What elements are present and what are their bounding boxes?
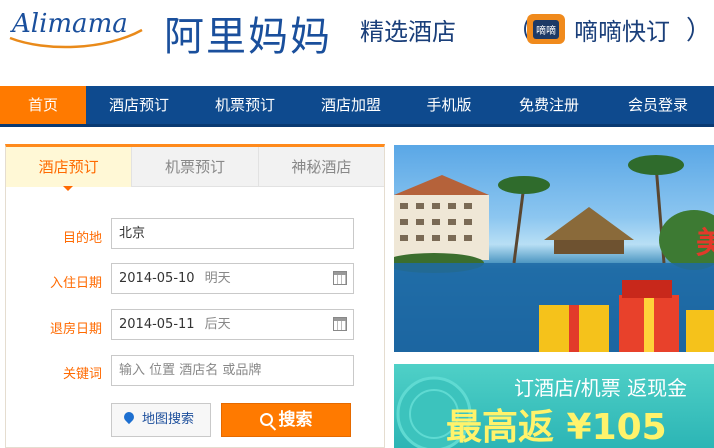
nav-home[interactable]: 首页: [0, 86, 86, 124]
checkout-value: 2014-05-11: [119, 317, 195, 332]
search-label: 搜索: [278, 410, 313, 430]
keyword-input[interactable]: 输入 位置 酒店名 或品牌: [111, 355, 354, 386]
didi-icon-label: 嘀嘀: [533, 19, 559, 39]
checkout-date-input[interactable]: 2014-05-11 后天: [111, 309, 354, 340]
nav-hotel-booking[interactable]: 酒店预订: [86, 86, 192, 124]
cashback-promo-banner[interactable]: 订酒店/机票 返现金 最高返 ¥105: [394, 364, 714, 448]
nav-register[interactable]: 免费注册: [494, 86, 604, 124]
checkin-date-input[interactable]: 2014-05-10 明天: [111, 263, 354, 294]
logo-text: Alimama: [10, 9, 128, 39]
checkin-hint: 明天: [204, 271, 231, 286]
checkin-label: 入住日期: [49, 276, 102, 291]
resort-photo: 美: [394, 155, 714, 352]
didi-app-icon[interactable]: 嘀嘀: [527, 14, 565, 44]
cashback-headline: 订酒店/机票 返现金: [514, 376, 688, 400]
booking-tabs: 酒店预订 机票预订 神秘酒店: [6, 147, 384, 187]
calendar-icon[interactable]: [333, 317, 347, 331]
booking-panel: 酒店预订 机票预订 神秘酒店 目的地 北京 入住日期 2014-05-10 明天 …: [5, 144, 385, 448]
destination-value: 北京: [119, 226, 146, 241]
checkout-hint: 后天: [204, 317, 231, 332]
svg-text:美: 美: [696, 226, 714, 261]
map-pin-icon: [121, 409, 137, 425]
nav-hotel-franchise[interactable]: 酒店加盟: [298, 86, 404, 124]
search-icon: [259, 413, 273, 426]
didi-link[interactable]: 嘀嘀快订: [574, 12, 670, 47]
destination-label: 目的地: [62, 231, 102, 246]
calendar-icon[interactable]: [333, 271, 347, 285]
cashback-amount: 最高返 ¥105: [446, 407, 667, 448]
map-search-label: 地图搜索: [142, 412, 195, 427]
main-nav: 首页 酒店预订 机票预订 酒店加盟 手机版 免费注册 会员登录: [0, 86, 714, 127]
destination-input[interactable]: 北京: [111, 218, 354, 249]
checkout-label: 退房日期: [49, 322, 102, 337]
nav-flight-booking[interactable]: 机票预订: [192, 86, 298, 124]
map-search-button[interactable]: 地图搜索: [111, 403, 211, 437]
tab-flight[interactable]: 机票预订: [131, 147, 258, 187]
brand-name: 阿里妈妈: [164, 14, 332, 60]
tab-hotel[interactable]: 酒店预订: [6, 147, 132, 187]
resort-promo-banner[interactable]: 美: [394, 145, 714, 352]
nav-login[interactable]: 会员登录: [604, 86, 712, 124]
checkin-value: 2014-05-10: [119, 271, 195, 286]
site-header: Alimama 阿里妈妈 精选酒店 （ 嘀嘀 嘀嘀快订 ）: [0, 0, 714, 86]
paren-right: ）: [686, 16, 713, 46]
active-tab-arrow-icon: [63, 186, 73, 191]
nav-mobile[interactable]: 手机版: [404, 86, 494, 124]
alimama-logo[interactable]: Alimama: [6, 2, 146, 52]
tab-mystery-hotel[interactable]: 神秘酒店: [257, 147, 384, 187]
site-subtitle: 精选酒店: [360, 18, 456, 46]
keyword-label: 关键词: [62, 367, 102, 382]
search-button[interactable]: 搜索: [221, 403, 351, 437]
keyword-placeholder: 输入 位置 酒店名 或品牌: [119, 363, 262, 378]
